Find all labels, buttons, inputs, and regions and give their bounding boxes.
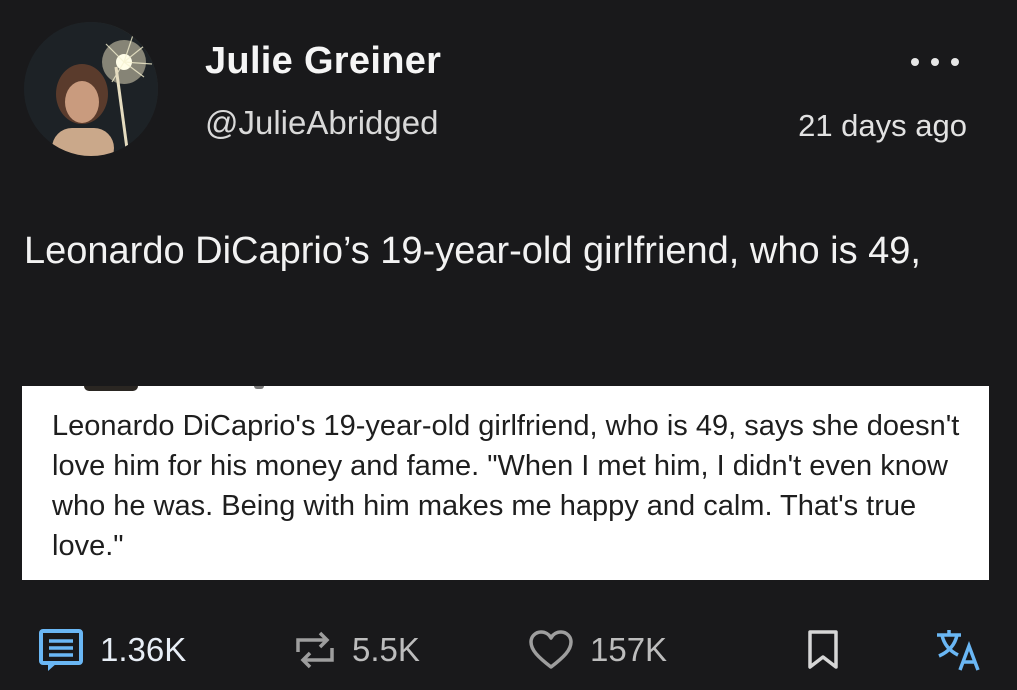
post-timestamp: 21 days ago bbox=[798, 108, 967, 143]
attached-image[interactable]: Leonardo DiCaprio's 19-year-old girlfrie… bbox=[22, 386, 989, 580]
bookmark-icon bbox=[806, 629, 840, 671]
heart-icon bbox=[528, 629, 574, 671]
repost-icon bbox=[294, 630, 336, 670]
like-count: 157K bbox=[590, 631, 668, 668]
translate-button[interactable] bbox=[934, 620, 984, 680]
author-display-name[interactable]: Julie Greiner bbox=[205, 40, 441, 83]
repost-button[interactable]: 5.5K bbox=[294, 620, 420, 680]
repost-count: 5.5K bbox=[352, 631, 420, 668]
avatar[interactable] bbox=[24, 22, 158, 156]
like-button[interactable]: 157K bbox=[528, 620, 667, 680]
action-bar: 1.36K 5.5K 157K bbox=[0, 620, 1017, 680]
attached-image-text: Leonardo DiCaprio's 19-year-old girlfrie… bbox=[52, 410, 960, 562]
comment-icon bbox=[38, 628, 84, 672]
post-text: Leonardo DiCaprio’s 19-year-old girlfrie… bbox=[24, 230, 921, 272]
author-handle[interactable]: @JulieAbridged bbox=[205, 104, 438, 142]
translate-icon bbox=[934, 627, 984, 673]
comments-button[interactable]: 1.36K bbox=[38, 620, 186, 680]
more-options-icon[interactable] bbox=[905, 52, 965, 72]
bookmark-button[interactable] bbox=[806, 620, 840, 680]
cropped-avatar-fragment bbox=[84, 386, 138, 391]
comments-count: 1.36K bbox=[100, 631, 187, 668]
cropped-fragment bbox=[254, 386, 264, 389]
